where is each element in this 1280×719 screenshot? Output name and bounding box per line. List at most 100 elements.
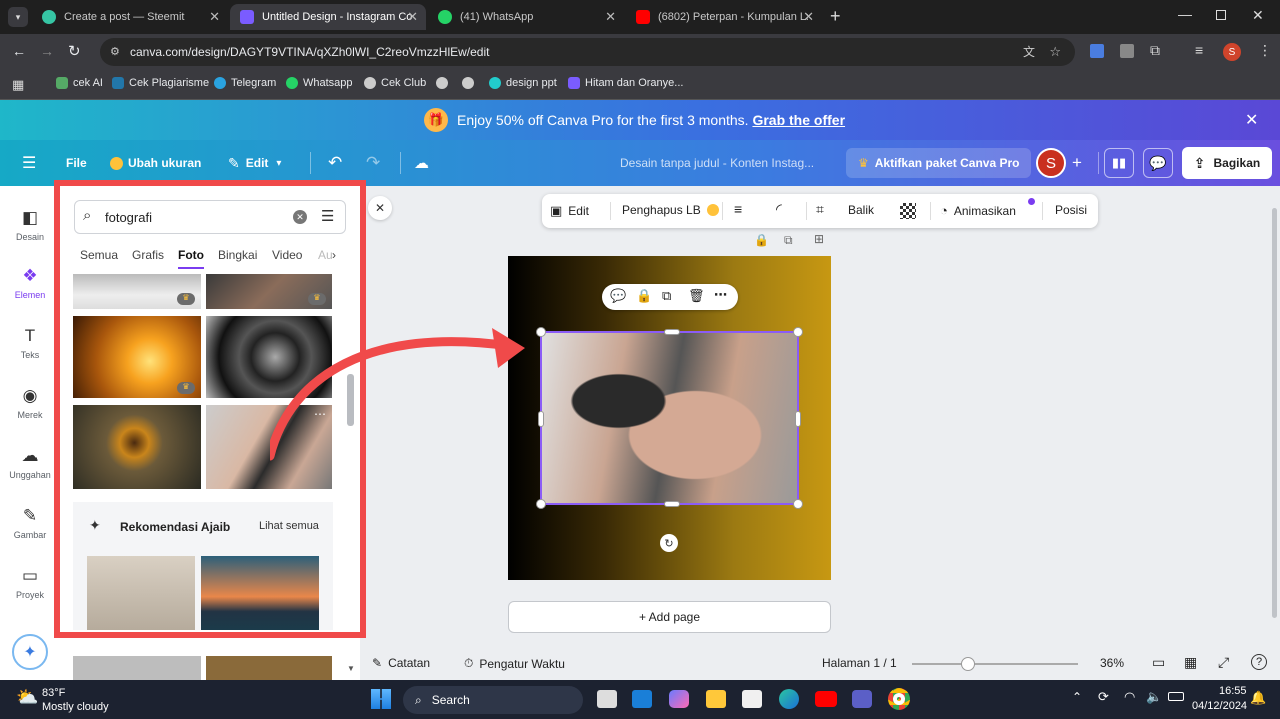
workspace-scrollbar[interactable] xyxy=(1272,208,1277,618)
tab-list-button[interactable]: ▾ xyxy=(8,7,28,27)
delete-icon[interactable]: 🗑 xyxy=(688,288,705,304)
activate-pro-button[interactable]: ♛ Aktifkan paket Canva Pro xyxy=(846,148,1032,178)
back-icon[interactable]: ← xyxy=(12,43,26,59)
insights-icon[interactable]: ▮▮ xyxy=(1104,148,1134,178)
flip-button[interactable]: Balik xyxy=(848,203,874,217)
chevron-right-icon[interactable]: › xyxy=(332,248,336,262)
bookmark-whatsapp[interactable]: Whatsapp xyxy=(286,77,353,89)
notification-bell-icon[interactable]: 🔔 xyxy=(1250,690,1266,706)
resize-handle[interactable] xyxy=(793,499,803,509)
more-icon[interactable]: ⋯ xyxy=(714,287,727,303)
page-view-icon[interactable]: ▭ xyxy=(1152,654,1165,671)
bookmark-cek-plagiarisme[interactable]: Cek Plagiarisme xyxy=(112,77,209,89)
youtube-icon[interactable] xyxy=(815,691,837,707)
magic-assistant-button[interactable]: ✦ xyxy=(12,634,48,670)
bookmark-cek-club[interactable]: Cek Club xyxy=(364,77,426,89)
user-avatar[interactable]: S xyxy=(1036,148,1066,178)
share-button[interactable]: ⇪ Bagikan xyxy=(1182,147,1272,179)
tab-audio[interactable]: Au xyxy=(318,248,333,262)
lock-icon[interactable]: 🔒 xyxy=(636,288,652,304)
rail-design[interactable]: ◧ Desain xyxy=(0,208,60,242)
photo-thumb-sunflower[interactable] xyxy=(73,405,201,489)
rotate-handle-icon[interactable]: ↻ xyxy=(660,534,678,552)
tab-grafis[interactable]: Grafis xyxy=(132,248,164,262)
add-page-button[interactable]: + Add page xyxy=(508,601,831,633)
window-close-button[interactable]: ✕ xyxy=(1252,7,1264,24)
photo-thumb-bottom-2[interactable] xyxy=(206,656,332,680)
tab-bingkai[interactable]: Bingkai xyxy=(218,248,257,262)
bookmark-design-ppt[interactable]: design ppt xyxy=(489,77,557,89)
comment-icon[interactable]: 💬 xyxy=(1143,148,1173,178)
rail-text[interactable]: T Teks xyxy=(0,326,60,360)
reload-icon[interactable]: ↻ xyxy=(68,42,81,60)
extensions-puzzle-icon[interactable]: ⧉ xyxy=(1150,42,1160,59)
image-edit-button[interactable]: ▣ Edit xyxy=(550,203,589,219)
battery-icon[interactable] xyxy=(1168,692,1184,701)
chrome-icon[interactable] xyxy=(888,688,910,710)
tab-foto[interactable]: Foto xyxy=(178,248,204,269)
rail-projects[interactable]: ▭ Proyek xyxy=(0,566,60,600)
bookmark-globe-2[interactable] xyxy=(462,77,479,89)
resize-handle[interactable] xyxy=(536,499,546,509)
taskbar-search[interactable]: ⌕ Search xyxy=(403,686,583,714)
store-icon[interactable] xyxy=(742,690,762,708)
close-icon[interactable]: ✕ xyxy=(209,9,220,25)
border-style-icon[interactable]: ≡ xyxy=(734,201,742,217)
close-icon[interactable]: ✕ xyxy=(605,9,616,25)
photo-thumb-bottom-1[interactable] xyxy=(73,656,201,680)
search-input[interactable]: fotografi xyxy=(105,210,152,225)
undo-icon[interactable]: ↶ xyxy=(328,148,342,178)
cloud-saved-icon[interactable]: ☁ xyxy=(414,148,429,178)
task-view-icon[interactable] xyxy=(597,690,617,708)
extension-icon[interactable] xyxy=(1120,44,1134,58)
volume-icon[interactable]: 🔈 xyxy=(1146,689,1162,705)
edge-icon[interactable] xyxy=(779,689,799,709)
resize-handle[interactable] xyxy=(664,501,680,507)
clock-date[interactable]: 04/12/2024 xyxy=(1192,700,1247,712)
wifi-icon[interactable]: ◠ xyxy=(1124,689,1135,705)
position-button[interactable]: Posisi xyxy=(1055,203,1087,217)
asus-app-icon[interactable] xyxy=(632,690,652,708)
notes-button[interactable]: ✎ Catatan xyxy=(372,656,430,670)
see-all-link[interactable]: Lihat semua xyxy=(259,520,319,532)
help-icon[interactable]: ? xyxy=(1251,654,1267,670)
reading-list-icon[interactable]: ≡ xyxy=(1195,42,1203,58)
add-page-icon[interactable]: ⊞ xyxy=(814,232,824,246)
page-indicator[interactable]: Halaman 1 / 1 xyxy=(822,656,897,670)
clock-time[interactable]: 16:55 xyxy=(1219,685,1247,697)
grid-view-icon[interactable]: ▦ xyxy=(1184,654,1197,671)
tab-steemit[interactable]: Create a post — Steemit ✕ xyxy=(32,4,228,30)
tray-chevron-icon[interactable]: ⌃ xyxy=(1072,690,1082,704)
fullscreen-icon[interactable]: ⤢ xyxy=(1218,654,1229,671)
tab-semua[interactable]: Semua xyxy=(80,248,118,262)
tab-canva[interactable]: Untitled Design - Instagram Co ✕ xyxy=(230,4,426,30)
menu-icon[interactable]: ⋮ xyxy=(1258,42,1272,59)
zoom-slider-track[interactable] xyxy=(912,663,1078,665)
edit-mode-button[interactable]: ✎ Edit ▾ xyxy=(228,148,281,178)
translate-icon[interactable]: 文 xyxy=(1023,38,1035,66)
timer-button[interactable]: ⏱ Pengatur Waktu xyxy=(464,656,565,671)
forward-icon[interactable]: → xyxy=(40,43,54,59)
duplicate-page-icon[interactable]: ⧉ xyxy=(784,233,793,248)
photo-thumb-sunset-photographer[interactable]: ♛ xyxy=(73,316,201,398)
bookmark-hitam-oranye[interactable]: Hitam dan Oranye... xyxy=(568,77,683,89)
extension-translate-icon[interactable] xyxy=(1090,44,1104,58)
grab-offer-link[interactable]: Grab the offer xyxy=(752,112,845,128)
rail-elements[interactable]: ❖ Elemen xyxy=(0,266,60,300)
duplicate-icon[interactable]: ⧉ xyxy=(662,288,671,304)
transparency-icon[interactable] xyxy=(900,203,916,219)
resize-handle[interactable] xyxy=(793,327,803,337)
scroll-down-icon[interactable]: ▼ xyxy=(347,664,355,673)
resize-handle[interactable] xyxy=(795,411,801,427)
bookmark-telegram[interactable]: Telegram xyxy=(214,77,276,89)
tab-video[interactable]: Video xyxy=(272,248,302,262)
close-icon[interactable]: ✕ xyxy=(407,9,418,25)
site-info-icon[interactable]: ⚙ xyxy=(110,38,120,66)
bookmark-star-icon[interactable]: ☆ xyxy=(1049,38,1061,66)
weather-icon[interactable]: ⛅ xyxy=(16,687,38,708)
close-icon[interactable]: ✕ xyxy=(803,9,814,25)
crop-icon[interactable]: ⌗ xyxy=(816,201,824,218)
bookmark-cek-ai[interactable]: cek AI xyxy=(56,77,103,89)
tab-youtube[interactable]: (6802) Peterpan - Kumpulan La ✕ xyxy=(626,4,822,30)
copilot-icon[interactable] xyxy=(669,690,689,708)
